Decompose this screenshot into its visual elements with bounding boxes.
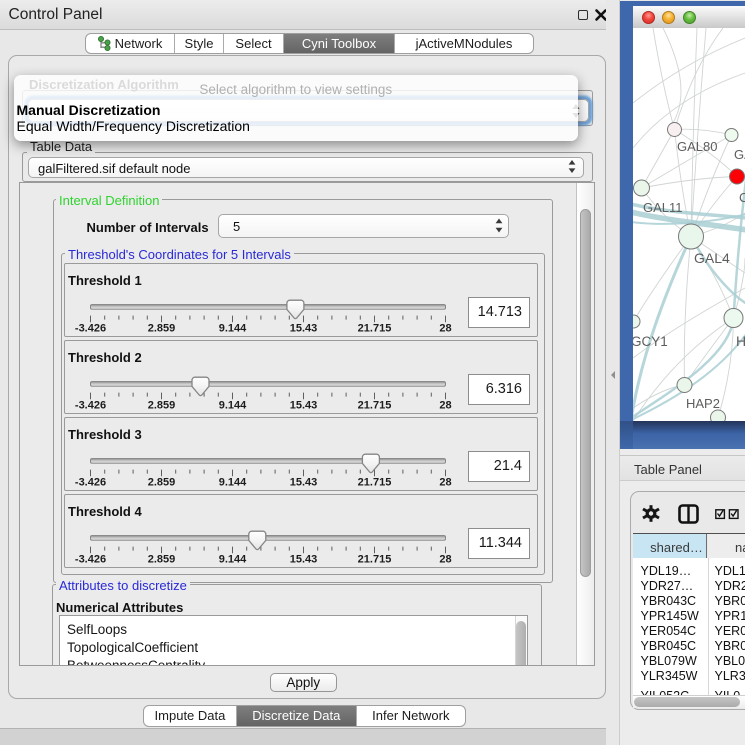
svg-text:9.144: 9.144 bbox=[219, 323, 247, 335]
svg-text:2.859: 2.859 bbox=[148, 323, 176, 335]
svg-text:2.859: 2.859 bbox=[148, 554, 176, 566]
svg-text:HI: HI bbox=[736, 333, 745, 349]
svg-text:15.43: 15.43 bbox=[290, 323, 318, 335]
svg-text:21.715: 21.715 bbox=[358, 477, 392, 489]
svg-text:GCY1: GCY1 bbox=[633, 334, 668, 349]
svg-text:9.144: 9.144 bbox=[219, 477, 247, 489]
svg-text:GAL4: GAL4 bbox=[694, 250, 730, 266]
svg-text:CY: CY bbox=[739, 190, 745, 205]
svg-text:15.43: 15.43 bbox=[290, 477, 318, 489]
svg-text:-3.426: -3.426 bbox=[75, 477, 106, 489]
svg-text:28: 28 bbox=[439, 554, 451, 566]
svg-text:2.859: 2.859 bbox=[148, 400, 176, 412]
svg-text:21.715: 21.715 bbox=[358, 400, 392, 412]
svg-text:2.859: 2.859 bbox=[148, 477, 176, 489]
svg-text:-3.426: -3.426 bbox=[75, 323, 106, 335]
svg-text:-3.426: -3.426 bbox=[75, 554, 106, 566]
svg-text:9.144: 9.144 bbox=[219, 400, 247, 412]
svg-text:21.715: 21.715 bbox=[358, 323, 392, 335]
svg-text:28: 28 bbox=[439, 400, 451, 412]
svg-text:28: 28 bbox=[439, 477, 451, 489]
svg-text:15.43: 15.43 bbox=[290, 400, 318, 412]
svg-text:GA: GA bbox=[734, 147, 745, 162]
svg-text:28: 28 bbox=[439, 323, 451, 335]
svg-text:9.144: 9.144 bbox=[219, 554, 247, 566]
svg-text:21.715: 21.715 bbox=[358, 554, 392, 566]
svg-text:15.43: 15.43 bbox=[290, 554, 318, 566]
svg-text:-3.426: -3.426 bbox=[75, 400, 106, 412]
svg-text:GAL11: GAL11 bbox=[643, 200, 683, 215]
svg-text:GAL80: GAL80 bbox=[677, 139, 717, 154]
svg-text:HAP2: HAP2 bbox=[686, 396, 720, 411]
